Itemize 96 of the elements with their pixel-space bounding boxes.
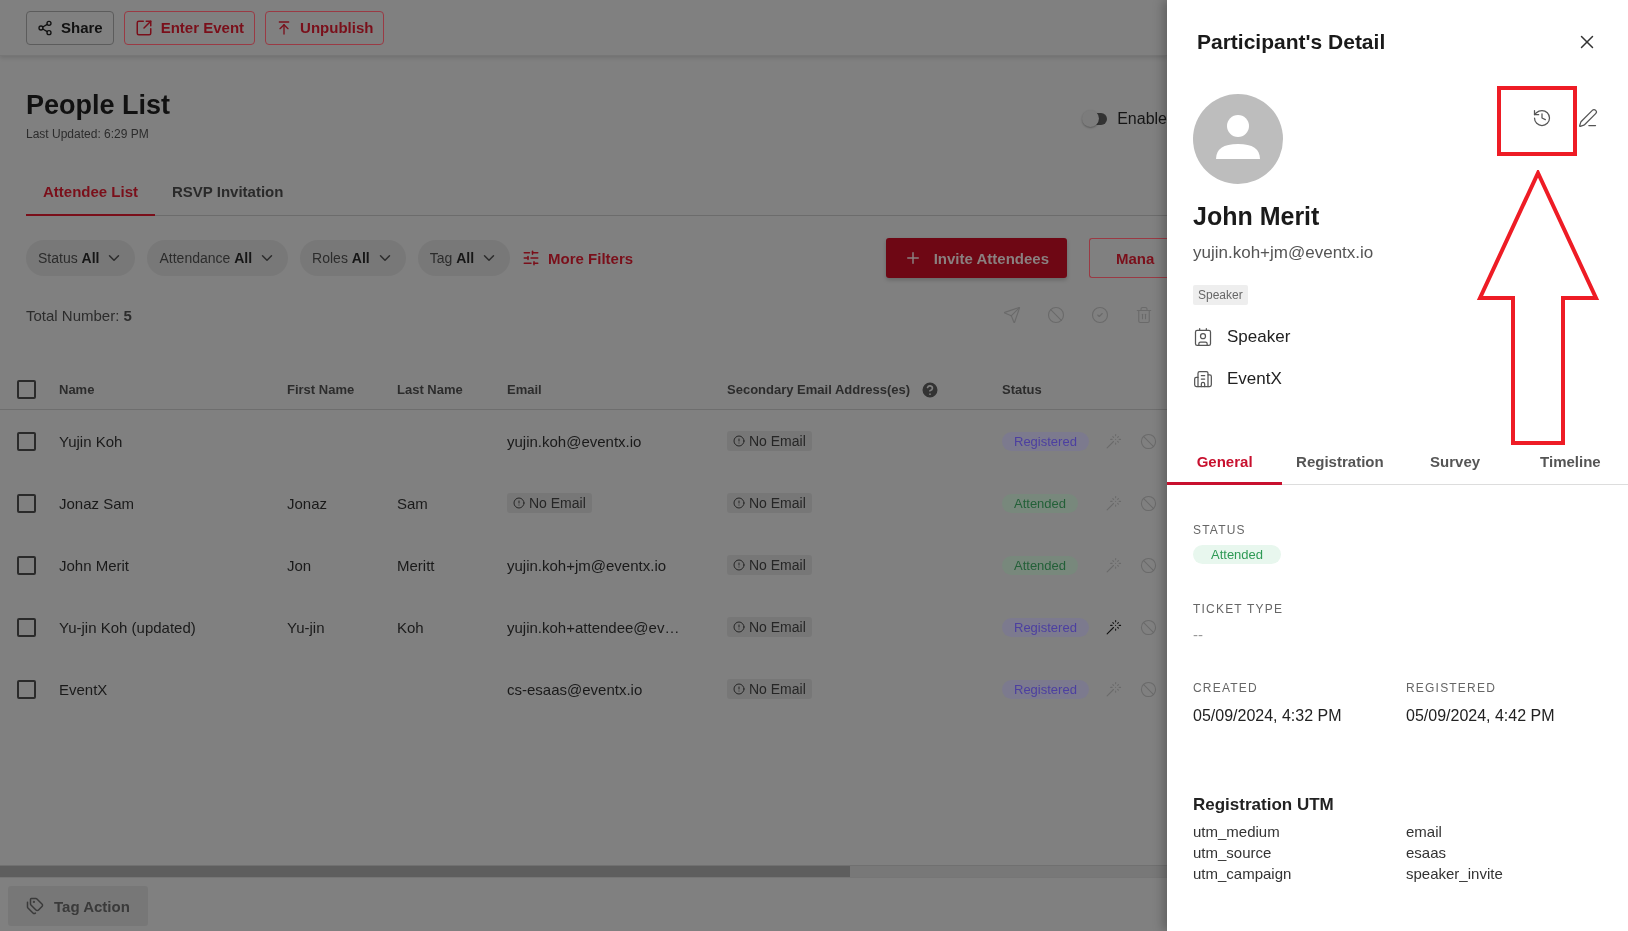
table-cell: cs-esaas@eventx.io: [507, 680, 643, 698]
column-header: Secondary Email Address(es): [727, 382, 911, 397]
column-header: Name: [59, 382, 95, 397]
block-icon[interactable]: [1140, 432, 1157, 450]
table-cell: yujin.koh@eventx.io: [507, 432, 642, 450]
column-header: First Name: [287, 382, 355, 397]
utm-value: esaas: [1406, 844, 1448, 861]
table-cell: John Merit: [59, 556, 130, 574]
tab[interactable]: General: [1167, 453, 1283, 485]
field-value: --: [1193, 626, 1204, 643]
filter-dropdown[interactable]: Tag All: [417, 240, 511, 276]
table-cell: Meritt: [397, 556, 435, 574]
status-badge: Registered: [1002, 617, 1089, 637]
status-badge: Attended: [1002, 555, 1079, 575]
participant-name: John Merit: [1192, 201, 1321, 231]
checkbox[interactable]: [17, 493, 36, 513]
edit-button[interactable]: [1578, 108, 1598, 128]
table-cell: Yujin Koh: [59, 432, 123, 450]
table-cell: Koh: [397, 618, 424, 636]
utm-value: email: [1406, 823, 1443, 840]
status-badge: Attended: [1193, 545, 1282, 564]
tab[interactable]: Attendee List: [26, 177, 155, 216]
utm-value: speaker_invite: [1406, 865, 1504, 882]
field-label: STATUS: [1193, 523, 1247, 537]
role-tag: Speaker: [1193, 285, 1248, 305]
participant-email: yujin.koh+jm@eventx.io: [1192, 242, 1375, 263]
utm-key: utm_medium: [1193, 823, 1406, 840]
column-header: Last Name: [397, 382, 463, 397]
detail-text: EventX: [1227, 369, 1282, 389]
page-title: People List: [26, 90, 171, 121]
table-cell: yujin.koh+jm@eventx.io: [507, 556, 667, 574]
horizontal-scrollbar[interactable]: [0, 865, 1167, 877]
checkbox[interactable]: [17, 380, 36, 399]
block-icon[interactable]: [1140, 556, 1157, 574]
block-icon[interactable]: [1140, 494, 1157, 512]
tab[interactable]: RSVP Invitation: [155, 177, 301, 216]
checkbox[interactable]: [17, 555, 36, 575]
contact-card-icon: [1193, 327, 1213, 347]
field-label: REGISTERED: [1406, 681, 1497, 695]
toolbar-button[interactable]: Share: [26, 10, 114, 45]
history-button[interactable]: [1532, 108, 1552, 128]
filter-dropdown[interactable]: Status All: [26, 240, 136, 276]
detail-text: Speaker: [1227, 327, 1291, 347]
field-label: CREATED: [1193, 681, 1259, 695]
status-badge: Registered: [1002, 679, 1089, 699]
toolbar-button[interactable]: Enter Event: [123, 10, 256, 45]
invite-attendees-button[interactable]: Invite Attendees: [885, 238, 1067, 278]
table-cell: Yu-jin Koh (updated): [59, 618, 196, 636]
total-number: Total Number: 5: [26, 306, 132, 324]
last-updated: Last Updated: 6:29 PM: [26, 127, 150, 141]
share-icon: [37, 19, 53, 36]
no-email-badge: No Email: [727, 679, 812, 699]
block-icon[interactable]: [1140, 618, 1157, 636]
filter-dropdown[interactable]: Roles All: [300, 240, 406, 276]
avatar-icon: [1193, 94, 1283, 184]
status-badge: Attended: [1002, 493, 1079, 513]
help-icon[interactable]: [920, 379, 941, 400]
section-title: Registration UTM: [1193, 795, 1335, 815]
block-icon[interactable]: [1140, 680, 1157, 698]
external-link-icon: [134, 18, 153, 37]
no-email-badge: No Email: [727, 431, 812, 451]
sliders-icon: [522, 249, 541, 267]
status-badge: Registered: [1002, 431, 1089, 451]
tab[interactable]: Timeline: [1512, 453, 1628, 485]
field-value: 05/09/2024, 4:32 PM: [1193, 707, 1343, 725]
column-header: Status: [1002, 382, 1042, 397]
table-cell: Yu-jin: [287, 618, 325, 636]
table-cell: Sam: [397, 494, 428, 512]
tab[interactable]: Registration: [1282, 453, 1398, 485]
tab[interactable]: Survey: [1397, 453, 1513, 485]
checkbox[interactable]: [17, 679, 36, 699]
drawer-title: Participant's Detail: [1197, 30, 1386, 54]
table-cell: Jonaz: [287, 494, 328, 512]
table-cell: EventX: [59, 680, 108, 698]
table-cell: Jonaz Sam: [59, 494, 135, 512]
utm-key: utm_campaign: [1193, 865, 1406, 882]
no-email-badge: No Email: [507, 493, 592, 513]
field-label: TICKET TYPE: [1193, 602, 1285, 616]
toolbar-button[interactable]: Unpublish: [265, 10, 385, 45]
tag-icon: [26, 897, 44, 915]
table-cell: yujin.koh+attendee@ev…: [507, 618, 680, 636]
no-email-badge: No Email: [727, 555, 812, 575]
building-icon: [1193, 369, 1213, 389]
checkbox[interactable]: [17, 431, 36, 451]
no-email-badge: No Email: [727, 617, 812, 637]
more-filters-button[interactable]: More Filters: [522, 249, 634, 267]
field-value: 05/09/2024, 4:42 PM: [1406, 707, 1556, 725]
column-header: Email: [507, 382, 542, 397]
toggle-switch[interactable]: [1085, 113, 1108, 125]
no-email-badge: No Email: [727, 493, 812, 513]
utm-key: utm_source: [1193, 844, 1406, 861]
toggle-label: Enable: [1117, 110, 1167, 128]
filter-dropdown[interactable]: Attendance All: [147, 240, 289, 276]
table-cell: Jon: [287, 556, 312, 574]
checkbox[interactable]: [17, 617, 36, 637]
wand-icon[interactable]: [1105, 618, 1122, 636]
